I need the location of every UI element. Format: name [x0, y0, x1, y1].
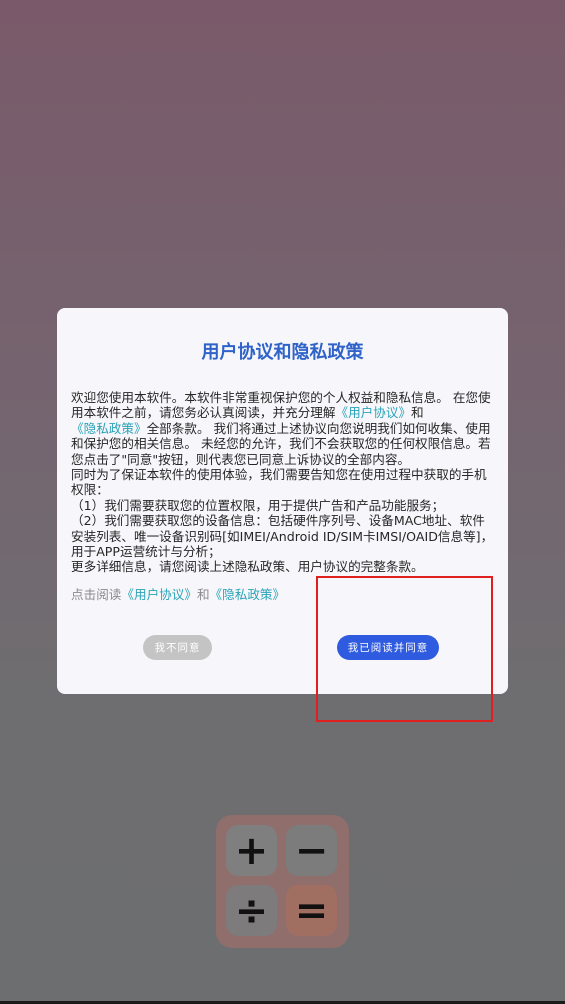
equals-key-icon: =	[286, 885, 337, 936]
intro-text-1: 欢迎您使用本软件。本软件非常重视保护您的个人权益和隐私信息。 在您使用本软件之前…	[71, 390, 491, 421]
calculator-app-icon: + − ÷ =	[216, 815, 349, 948]
dialog-body: 欢迎您使用本软件。本软件非常重视保护您的个人权益和隐私信息。 在您使用本软件之前…	[71, 390, 494, 575]
hint-privacy-policy-link[interactable]: 《隐私政策》	[210, 587, 286, 602]
minus-key-icon: −	[286, 825, 337, 876]
hint-and: 和	[196, 587, 210, 602]
hint-prefix: 点击阅读	[71, 587, 122, 602]
permission-item-location: （1）我们需要获取您的位置权限，用于提供广告和产品功能服务；	[71, 497, 445, 513]
more-info-text: 更多详细信息，请您阅读上述隐私政策、用户协议的完整条款。	[71, 559, 424, 575]
highlight-box	[316, 576, 493, 722]
disagree-button[interactable]: 我不同意	[143, 635, 212, 660]
plus-key-icon: +	[226, 825, 277, 876]
permissions-intro: 同时为了保证本软件的使用体验，我们需要告知您在使用过程中获取的手机权限：	[71, 467, 487, 498]
permission-item-device: （2）我们需要获取您的设备信息：包括硬件序列号、设备MAC地址、软件安装列表、唯…	[71, 513, 494, 560]
and-text: 和	[411, 405, 424, 421]
user-agreement-link[interactable]: 《用户协议》	[335, 405, 411, 420]
privacy-policy-link[interactable]: 《隐私政策》	[71, 421, 147, 436]
divide-key-icon: ÷	[226, 885, 277, 936]
read-hint: 点击阅读《用户协议》和《隐私政策》	[71, 584, 285, 603]
dialog-title: 用户协议和隐私政策	[201, 342, 364, 363]
hint-user-agreement-link[interactable]: 《用户协议》	[121, 587, 197, 602]
